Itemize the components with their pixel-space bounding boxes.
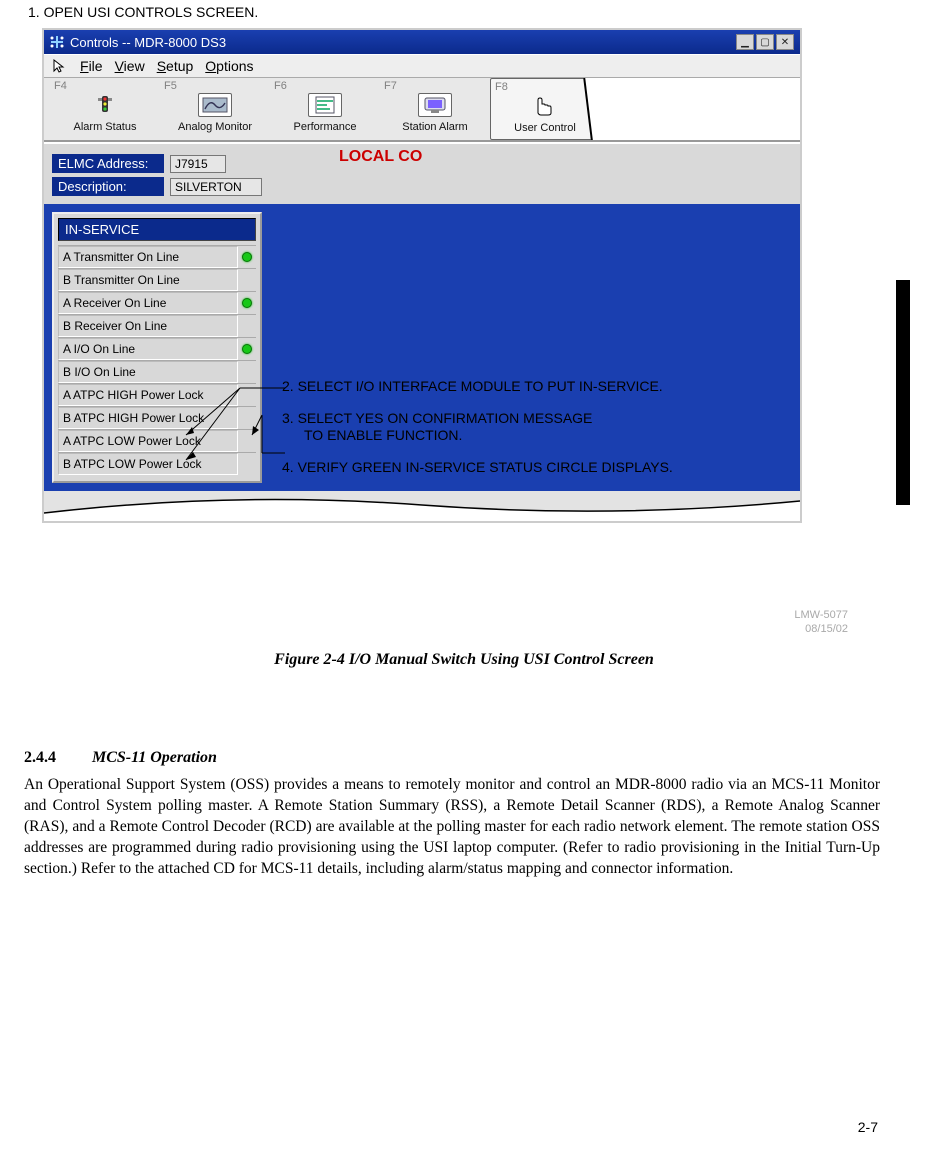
status-led-icon [242,436,252,446]
tool-station-alarm-label: Station Alarm [402,121,467,133]
clipboard-chart-icon [308,93,342,117]
row-label: A I/O On Line [58,338,238,360]
menu-view[interactable]: View [115,58,145,74]
row-label: A Receiver On Line [58,292,238,314]
in-service-panel: IN-SERVICE A Transmitter On Line B Trans… [52,212,262,483]
row-label: B ATPC LOW Power Lock [58,453,238,475]
menu-options[interactable]: Options [205,58,253,74]
local-banner: LOCAL CO [339,148,422,166]
row-b-atpc-lo[interactable]: B ATPC LOW Power Lock [58,452,256,475]
menu-setup[interactable]: Setup [157,58,194,74]
row-label: B ATPC HIGH Power Lock [58,407,238,429]
row-label: A ATPC HIGH Power Lock [58,384,238,406]
row-b-io[interactable]: B I/O On Line [58,360,256,383]
description-label: Description: [52,177,164,196]
status-led-icon [242,390,252,400]
row-label: B Transmitter On Line [58,269,238,291]
row-label: A ATPC LOW Power Lock [58,430,238,452]
row-label: B Receiver On Line [58,315,238,337]
status-led-icon [242,344,252,354]
status-led-icon [242,367,252,377]
section-paragraph: An Operational Support System (OSS) prov… [24,775,880,880]
fkey-f5: F5 [164,80,177,92]
fkey-f7: F7 [384,80,397,92]
traffic-light-icon [88,93,122,117]
callout-4-text: 4. VERIFY GREEN IN-SERVICE STATUS CIRCLE… [282,459,673,475]
section-heading: 2.4.4MCS-11 Operation [24,749,880,767]
tool-alarm-status-label: Alarm Status [74,121,137,133]
panel-header: IN-SERVICE [58,218,256,241]
row-label: B I/O On Line [58,361,238,383]
section-number: 2.4.4 [24,749,92,767]
monitor-icon [198,93,232,117]
row-a-atpc-lo[interactable]: A ATPC LOW Power Lock [58,429,256,452]
diagonal-cutaway [583,78,800,142]
fkey-f6: F6 [274,80,287,92]
row-b-tx[interactable]: B Transmitter On Line [58,268,256,291]
titlebar: Controls -- MDR-8000 DS3 ▁ ▢ ✕ [44,30,800,54]
menubar: File View Setup Options [44,54,800,78]
callout-2-text: 2. SELECT I/O INTERFACE MODULE TO PUT IN… [282,378,663,394]
close-button[interactable]: ✕ [776,34,794,50]
fkey-f8: F8 [495,81,508,93]
elmc-label: ELMC Address: [52,154,164,173]
row-a-atpc-hi[interactable]: A ATPC HIGH Power Lock [58,383,256,406]
status-led-icon [242,298,252,308]
callout-3-line2: TO ENABLE FUNCTION. [282,427,673,445]
callout-4: 4. VERIFY GREEN IN-SERVICE STATUS CIRCLE… [282,459,673,477]
page-edge-tab [896,280,910,505]
toolbar: F4 Alarm Status F5 Analog Monitor F6 Per… [44,78,800,142]
row-b-rx[interactable]: B Receiver On Line [58,314,256,337]
row-label: A Transmitter On Line [58,246,238,268]
bottom-cutaway [44,491,800,521]
elmc-value[interactable]: J7915 [170,155,226,173]
callout-3-line1: 3. SELECT YES ON CONFIRMATION MESSAGE [282,410,673,428]
step-1-text: 1. OPEN USI CONTROLS SCREEN. [20,4,908,20]
status-led-icon [242,413,252,423]
app-icon [50,35,64,49]
window-title: Controls -- MDR-8000 DS3 [70,35,736,50]
hand-click-icon [528,94,562,118]
menu-file[interactable]: File [80,58,103,74]
figure-code: LMW-5077 [794,608,848,622]
crt-icon [418,93,452,117]
description-value[interactable]: SILVERTON [170,178,262,196]
figure-caption: Figure 2-4 I/O Manual Switch Using USI C… [20,651,908,669]
row-b-atpc-hi[interactable]: B ATPC HIGH Power Lock [58,406,256,429]
callouts: 2. SELECT I/O INTERFACE MODULE TO PUT IN… [282,378,673,490]
tool-performance[interactable]: F6 Performance [270,78,380,140]
row-a-tx[interactable]: A Transmitter On Line [58,245,256,268]
tool-performance-label: Performance [294,121,357,133]
minimize-button[interactable]: ▁ [736,34,754,50]
status-led-icon [242,252,252,262]
status-led-icon [242,321,252,331]
figure-id: LMW-5077 08/15/02 [794,608,848,637]
row-a-rx[interactable]: A Receiver On Line [58,291,256,314]
tool-station-alarm[interactable]: F7 Station Alarm [380,78,490,140]
maximize-button[interactable]: ▢ [756,34,774,50]
tool-analog-monitor-label: Analog Monitor [178,121,252,133]
cursor-icon [52,59,66,73]
figure-date: 08/15/02 [794,622,848,636]
row-a-io[interactable]: A I/O On Line [58,337,256,360]
local-header: LOCAL CO ELMC Address: J7915 Description… [44,142,800,204]
callout-2: 2. SELECT I/O INTERFACE MODULE TO PUT IN… [282,378,673,396]
status-led-icon [242,275,252,285]
fkey-f4: F4 [54,80,67,92]
callout-3: 3. SELECT YES ON CONFIRMATION MESSAGE TO… [282,410,673,445]
tool-user-control-label: User Control [514,122,576,134]
tool-analog-monitor[interactable]: F5 Analog Monitor [160,78,270,140]
tool-alarm-status[interactable]: F4 Alarm Status [50,78,160,140]
status-led-icon [242,459,252,469]
page-number: 2-7 [858,1119,878,1135]
section-title: MCS-11 Operation [92,749,217,766]
